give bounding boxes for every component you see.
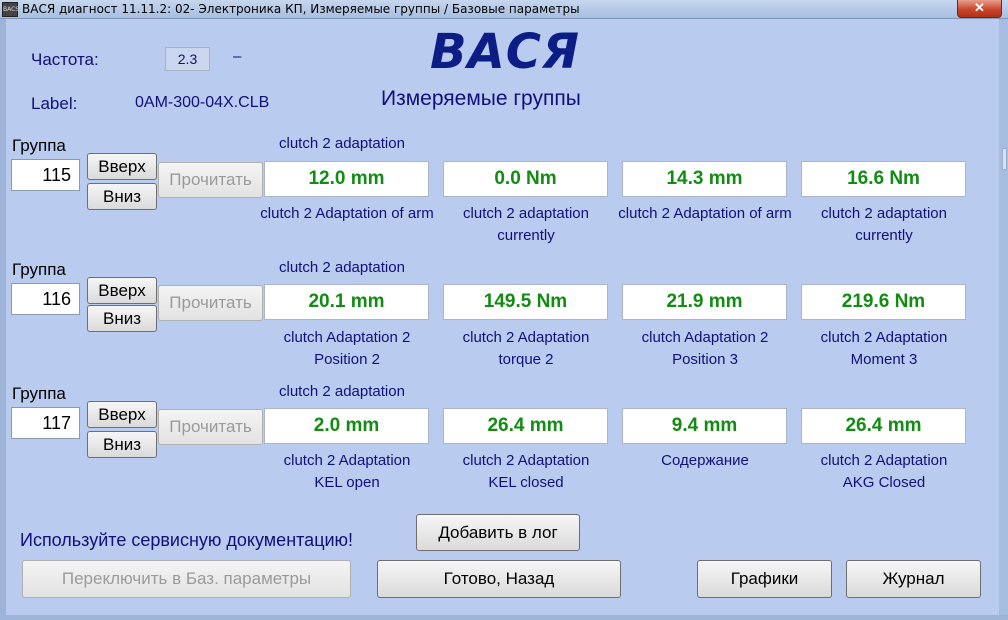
title-bar: BACS ВАСЯ диагност 11.11.2: 02- Электрон… xyxy=(0,0,1008,19)
value-field: 0.0 Nm xyxy=(443,161,608,197)
graphs-button[interactable]: Графики xyxy=(697,560,832,598)
value-field: 26.4 mm xyxy=(443,408,608,444)
group-caption: clutch 2 adaptation xyxy=(279,135,405,152)
scrollbar[interactable] xyxy=(999,19,1008,615)
close-button[interactable]: ✕ xyxy=(957,0,1002,18)
frequency-label: Частота: xyxy=(31,50,99,69)
label-file: 0AM-300-04X.CLB xyxy=(135,94,270,111)
value-field: 149.5 Nm xyxy=(443,284,608,320)
value-label-line2: currently xyxy=(855,227,913,244)
value-label-line2: KEL closed xyxy=(488,474,564,491)
value-field: 9.4 mm xyxy=(622,408,787,444)
brand-logo: ВАСЯ xyxy=(430,24,580,80)
group-down-button[interactable]: Вниз xyxy=(87,305,157,332)
value-field: 26.4 mm xyxy=(801,408,966,444)
read-button[interactable]: Прочитать xyxy=(158,285,263,321)
value-label-line2: currently xyxy=(497,227,555,244)
group-down-button[interactable]: Вниз xyxy=(87,431,157,458)
value-label-line2: Moment 3 xyxy=(850,351,918,368)
group-label: Группа xyxy=(12,260,66,279)
value-label-line2: Position 2 xyxy=(314,351,380,368)
app-icon: BACS xyxy=(2,2,19,17)
group-up-button[interactable]: Вверх xyxy=(87,401,157,428)
value-label-line2: KEL open xyxy=(314,474,380,491)
value-label: clutch 2 Adaptation of arm xyxy=(618,205,792,222)
value-label: Содержание xyxy=(661,452,749,469)
done-back-button[interactable]: Готово, Назад xyxy=(377,560,621,598)
switch-basic-params-button[interactable]: Переключить в Баз. параметры xyxy=(22,560,351,598)
value-label: clutch 2 Adaptation xyxy=(820,329,948,346)
value-field: 2.0 mm xyxy=(264,408,429,444)
value-label: clutch Adaptation 2 xyxy=(641,329,769,346)
value-field: 20.1 mm xyxy=(264,284,429,320)
value-field: 219.6 Nm xyxy=(801,284,966,320)
group-caption: clutch 2 adaptation xyxy=(279,383,405,400)
value-label: clutch 2 Adaptation xyxy=(462,329,590,346)
value-field: 16.6 Nm xyxy=(801,161,966,197)
read-button[interactable]: Прочитать xyxy=(158,162,263,198)
read-button[interactable]: Прочитать xyxy=(158,409,263,445)
value-field: 14.3 mm xyxy=(622,161,787,197)
value-label: clutch 2 Adaptation xyxy=(283,452,411,469)
group-label: Группа xyxy=(12,136,66,155)
value-label-line2: torque 2 xyxy=(498,351,554,368)
group-number-input[interactable]: 115 xyxy=(11,159,80,191)
group-label: Группа xyxy=(12,384,66,403)
window-title: ВАСЯ диагност 11.11.2: 02- Электроника К… xyxy=(22,2,580,16)
value-label: clutch 2 Adaptation xyxy=(820,452,948,469)
value-label: clutch 2 adaptation xyxy=(821,205,947,222)
add-to-log-button[interactable]: Добавить в лог xyxy=(416,514,580,551)
group-caption: clutch 2 adaptation xyxy=(279,259,405,276)
value-label-line2: Position 3 xyxy=(672,351,738,368)
value-label-line2: AKG Closed xyxy=(842,474,926,491)
group-down-button[interactable]: Вниз xyxy=(87,183,157,210)
journal-button[interactable]: Журнал xyxy=(846,560,981,598)
group-up-button[interactable]: Вверх xyxy=(87,153,157,180)
page-title: Измеряемые группы xyxy=(381,87,581,110)
value-label: clutch 2 adaptation xyxy=(463,205,589,222)
value-label: clutch 2 Adaptation xyxy=(462,452,590,469)
service-docs-warning: Используйте сервисную документацию! xyxy=(20,530,354,550)
frequency-value: 2.3 xyxy=(165,47,210,71)
value-field: 12.0 mm xyxy=(264,161,429,197)
label-label: Label: xyxy=(31,94,78,113)
value-label: clutch Adaptation 2 xyxy=(283,329,411,346)
group-up-button[interactable]: Вверх xyxy=(87,277,157,304)
group-number-input[interactable]: 117 xyxy=(11,407,80,439)
value-label: clutch 2 Adaptation of arm xyxy=(260,205,434,222)
scrollbar-thumb[interactable] xyxy=(1002,148,1007,170)
group-number-input[interactable]: 116 xyxy=(11,283,80,315)
value-field: 21.9 mm xyxy=(622,284,787,320)
frequency-dash: – xyxy=(233,48,242,65)
